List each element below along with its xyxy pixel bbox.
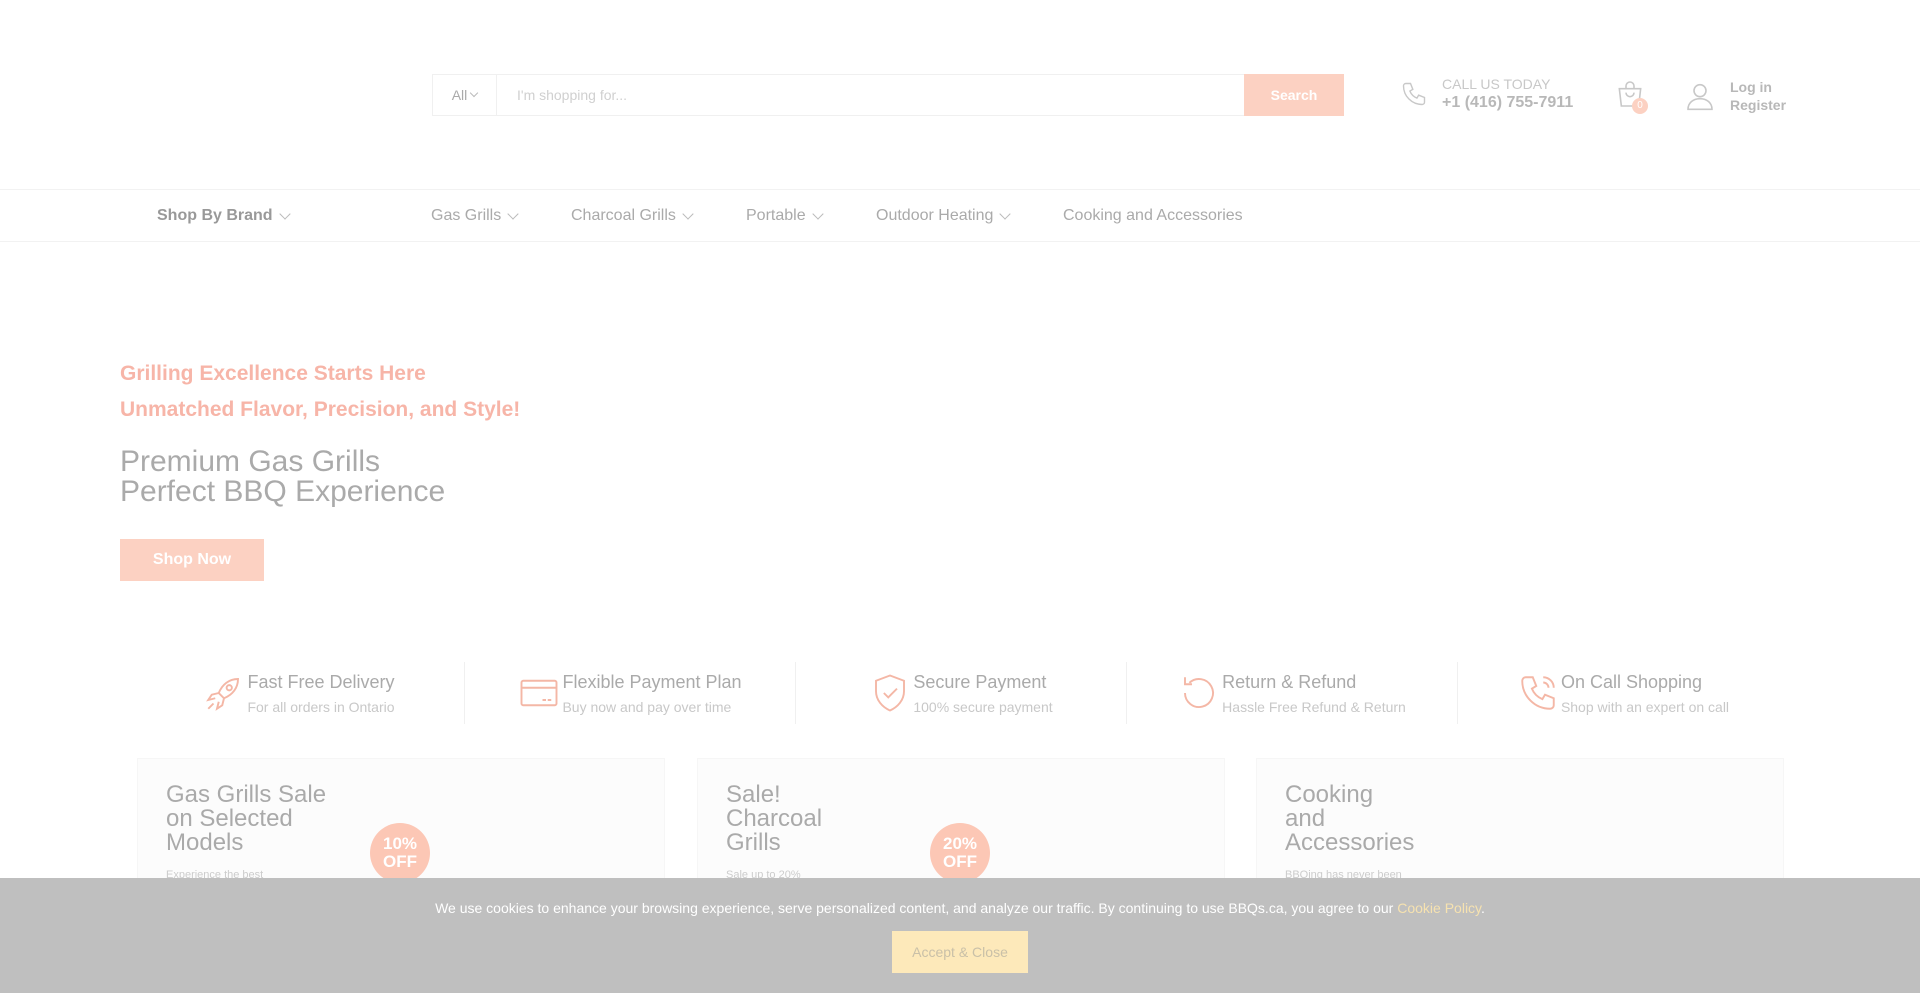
- feature-item: Flexible Payment Plan Buy now and pay ov…: [465, 662, 796, 724]
- cart-count-badge: 0: [1632, 98, 1648, 114]
- discount-badge: 10% OFF: [370, 823, 430, 883]
- login-link[interactable]: Log in: [1730, 78, 1786, 96]
- discount-label: OFF: [943, 852, 977, 871]
- feature-title: On Call Shopping: [1560, 671, 1703, 692]
- feature-title: Return & Refund: [1222, 671, 1357, 692]
- call-us: CALL US TODAY +1 (416) 755-7911: [1400, 76, 1573, 112]
- feature-desc: 100% secure payment: [913, 698, 1053, 715]
- discount-value: 10%: [382, 834, 418, 853]
- nav-charcoal-grills[interactable]: Charcoal Grills: [571, 190, 694, 242]
- chevron-down-icon: [811, 208, 824, 220]
- category-select-value: All: [451, 87, 468, 103]
- cookie-policy-link[interactable]: Cookie Policy: [1397, 900, 1481, 916]
- promo-title-line: Models: [166, 829, 244, 856]
- discount-label: OFF: [383, 852, 417, 871]
- chevron-down-icon: [470, 88, 479, 98]
- accept-close-button[interactable]: Accept & Close: [892, 931, 1028, 973]
- phone-number[interactable]: +1 (416) 755-7911: [1442, 94, 1573, 112]
- promo-title-line: and: [1285, 805, 1326, 832]
- feature-item: Secure Payment 100% secure payment: [796, 662, 1127, 724]
- chevron-down-icon: [999, 208, 1012, 220]
- call-label: CALL US TODAY: [1442, 76, 1551, 92]
- feature-desc: Shop with an expert on call: [1560, 698, 1730, 715]
- hero-tagline-line-1: Grilling Excellence Starts Here: [120, 362, 426, 385]
- site-header: All Search CALL US TODAY +1 (416) 755-79…: [0, 0, 1920, 190]
- promo-title-line: Charcoal: [726, 805, 823, 832]
- main-nav: Shop By Brand Gas Grills Charcoal Grills…: [0, 190, 1920, 242]
- user-icon: [1684, 80, 1716, 112]
- shield-icon: [869, 672, 911, 714]
- promo-title-line: Accessories: [1285, 829, 1415, 856]
- promo-title: Gas Grills Sale on Selected Models: [166, 783, 326, 855]
- nav-gas-grills[interactable]: Gas Grills: [431, 190, 519, 242]
- hero-title-line-2: Perfect BBQ Experience: [120, 475, 446, 508]
- nav-shop-by-brand[interactable]: Shop By Brand: [157, 190, 291, 242]
- promo-title-line: Gas Grills Sale: [166, 781, 327, 808]
- hero-tagline: Grilling Excellence Starts Here Unmatche…: [120, 356, 520, 428]
- nav-item-label: Cooking and Accessories: [1063, 207, 1243, 224]
- register-link[interactable]: Register: [1730, 96, 1786, 114]
- nav-item-label: Charcoal Grills: [571, 207, 676, 224]
- phone-call-icon: [1517, 672, 1559, 714]
- cookie-banner: We use cookies to enhance your browsing …: [0, 878, 1920, 993]
- category-select[interactable]: All: [433, 75, 497, 115]
- feature-item: Fast Free Delivery For all orders in Ont…: [134, 662, 465, 724]
- account: Log in Register: [1684, 78, 1786, 114]
- feature-desc: For all orders in Ontario: [247, 698, 395, 715]
- promo-title-line: on Selected: [166, 805, 293, 832]
- nav-outdoor-heating[interactable]: Outdoor Heating: [876, 190, 1012, 242]
- nav-cooking-accessories[interactable]: Cooking and Accessories: [1063, 190, 1243, 242]
- cookie-message: We use cookies to enhance your browsing …: [0, 900, 1920, 916]
- cart-button[interactable]: 0: [1614, 78, 1650, 114]
- shop-now-button[interactable]: Shop Now: [120, 539, 264, 581]
- feature-desc: Buy now and pay over time: [562, 698, 732, 715]
- promo-title: Cooking and Accessories: [1285, 783, 1414, 855]
- nav-item-label: Portable: [746, 207, 806, 224]
- cookie-suffix: .: [1481, 900, 1485, 916]
- phone-icon: [1400, 80, 1428, 108]
- hero-title-line-1: Premium Gas Grills: [120, 445, 381, 478]
- feature-title: Flexible Payment Plan: [562, 671, 742, 692]
- hero-title: Premium Gas Grills Perfect BBQ Experienc…: [120, 447, 445, 507]
- search-bar: All Search: [432, 74, 1344, 116]
- promo-title-line: Sale!: [726, 781, 781, 808]
- feature-item: On Call Shopping Shop with an expert on …: [1458, 662, 1788, 724]
- search-input[interactable]: [497, 75, 1244, 115]
- chevron-down-icon: [278, 208, 291, 220]
- feature-desc: Hassle Free Refund & Return: [1222, 698, 1406, 715]
- nav-portable[interactable]: Portable: [746, 190, 824, 242]
- feature-title: Secure Payment: [913, 671, 1047, 692]
- chevron-down-icon: [682, 208, 694, 220]
- promo-title-line: Grills: [726, 829, 781, 856]
- chevron-down-icon: [507, 208, 519, 220]
- promo-title-line: Cooking: [1285, 781, 1374, 808]
- discount-value: 20%: [942, 834, 978, 853]
- rocket-icon: [203, 672, 245, 714]
- features-bar: Fast Free Delivery For all orders in Ont…: [134, 662, 1788, 724]
- nav-shop-by-brand-label: Shop By Brand: [157, 207, 273, 224]
- feature-title: Fast Free Delivery: [247, 671, 395, 692]
- search-button[interactable]: Search: [1244, 74, 1344, 116]
- credit-card-icon: [518, 672, 560, 714]
- refresh-icon: [1178, 672, 1220, 714]
- cookie-text: We use cookies to enhance your browsing …: [435, 900, 1398, 916]
- promo-title: Sale! Charcoal Grills: [726, 783, 822, 855]
- discount-badge: 20% OFF: [930, 823, 990, 883]
- hero-tagline-line-2: Unmatched Flavor, Precision, and Style!: [120, 398, 521, 421]
- nav-item-label: Gas Grills: [431, 207, 502, 224]
- feature-item: Return & Refund Hassle Free Refund & Ret…: [1127, 662, 1458, 724]
- nav-item-label: Outdoor Heating: [876, 207, 994, 224]
